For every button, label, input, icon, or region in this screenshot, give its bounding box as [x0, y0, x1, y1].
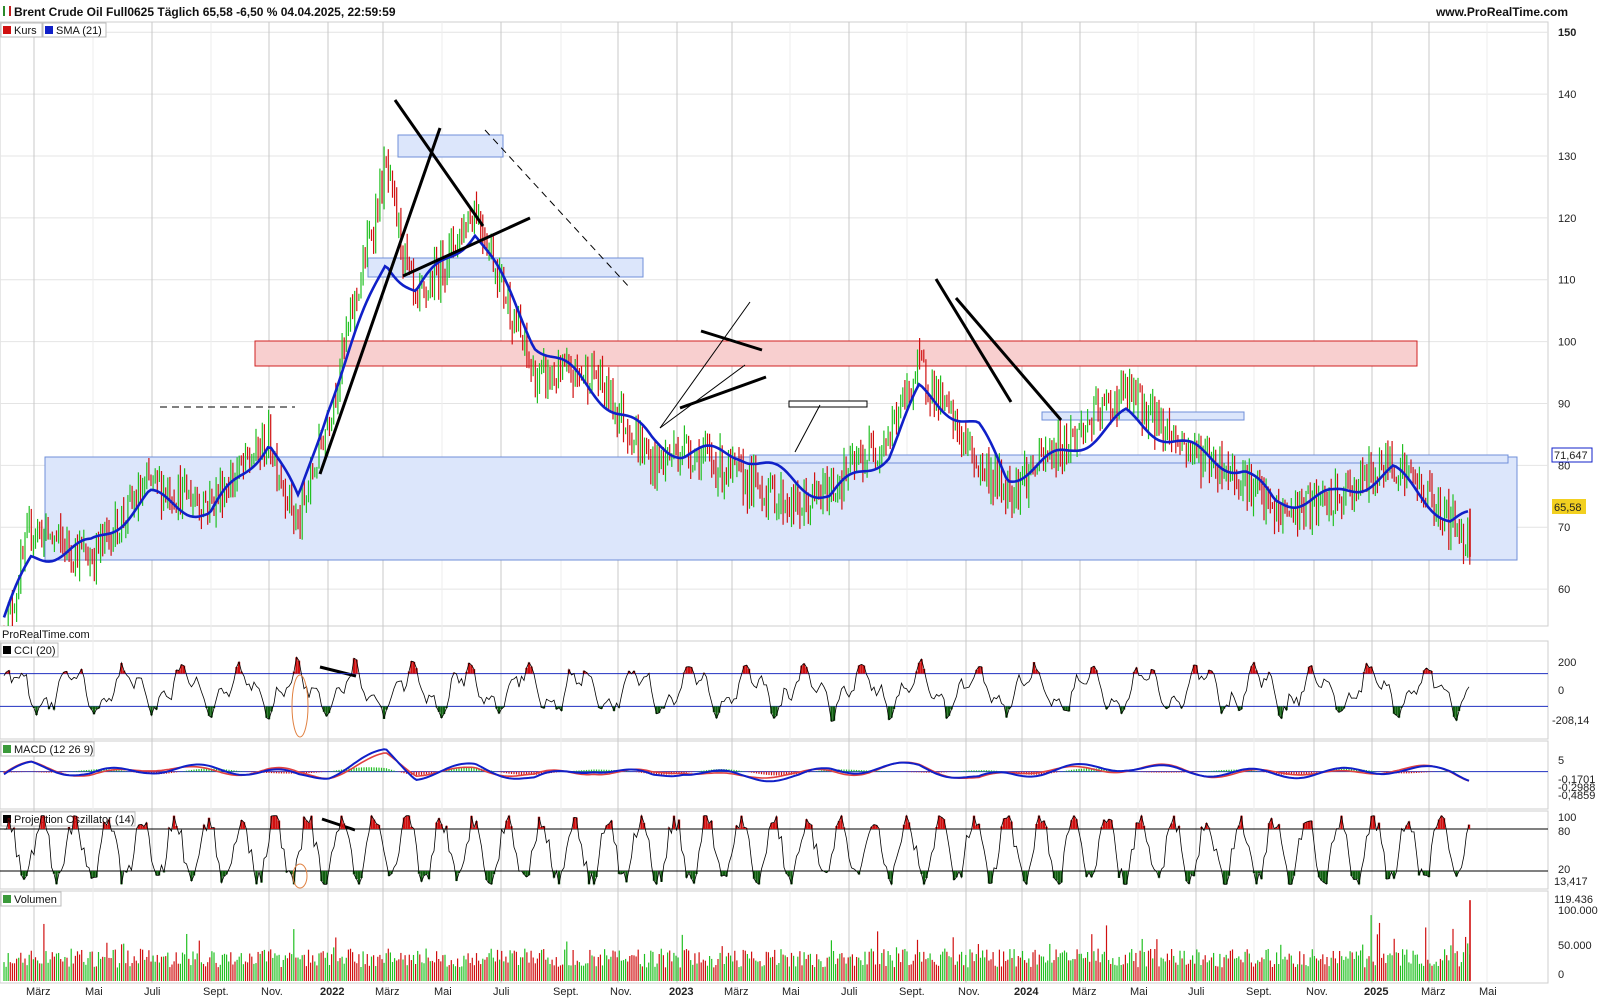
proj-tick: 100: [1558, 812, 1576, 824]
x-tick-label: Juli: [1188, 986, 1205, 998]
volume-last-label: 119.436: [1554, 894, 1593, 906]
price-last-label: 65,58: [1554, 502, 1582, 514]
x-tick-label: Mai: [782, 986, 800, 998]
x-tick-label: 2022: [320, 986, 344, 998]
x-tick-label: Sept.: [553, 986, 579, 998]
watermark: ProRealTime.com: [2, 629, 90, 641]
y-tick-label: 60: [1558, 584, 1570, 596]
volume-panel: [0, 890, 1549, 984]
legend-volume-swatch: [3, 895, 11, 903]
x-tick-label: Mai: [434, 986, 452, 998]
vol-tick: 50.000: [1558, 940, 1592, 952]
y-tick-label: 100: [1558, 337, 1576, 349]
cci-panel: [0, 640, 1549, 740]
x-tick-label: Mai: [85, 986, 103, 998]
x-tick-label: Sept.: [1246, 986, 1272, 998]
proj-tick: 20: [1558, 864, 1570, 876]
vol-tick: 0: [1558, 969, 1564, 981]
x-tick-label: Nov.: [610, 986, 632, 998]
x-tick-label: Juli: [841, 986, 858, 998]
cci-tick: 0: [1558, 685, 1564, 697]
y-tick-label: 150: [1558, 27, 1576, 39]
sma-last-label: 71,647: [1554, 450, 1588, 462]
macd-tick: 5: [1558, 755, 1564, 767]
x-tick-label: Sept.: [899, 986, 925, 998]
zone-rect: [1041, 411, 1245, 421]
legend-sma-label: SMA (21): [56, 25, 102, 37]
macd-line: [3, 748, 1470, 783]
x-tick-label: 2025: [1364, 986, 1388, 998]
macd-last-label-3: -0,4859: [1558, 790, 1595, 802]
x-tick-label: März: [1421, 986, 1445, 998]
channel-line: [794, 404, 821, 453]
zone-rect: [749, 454, 1509, 464]
y-tick-label: 120: [1558, 213, 1576, 225]
x-tick-label: Nov.: [261, 986, 283, 998]
legend-cci-label: CCI (20): [14, 645, 56, 657]
x-tick-label: Nov.: [958, 986, 980, 998]
x-tick-label: März: [1072, 986, 1096, 998]
x-tick-label: März: [26, 986, 50, 998]
y-tick-label: 70: [1558, 522, 1570, 534]
x-tick-label: Nov.: [1306, 986, 1328, 998]
vol-tick: 100.000: [1558, 905, 1598, 917]
y-tick-label: 110: [1558, 275, 1576, 287]
legend-kurs-label: Kurs: [14, 25, 37, 37]
x-tick-label: März: [724, 986, 748, 998]
x-tick-label: 2023: [669, 986, 693, 998]
zone-rect: [397, 134, 504, 158]
legend-kurs-swatch: [3, 26, 11, 34]
x-tick-label: Juli: [493, 986, 510, 998]
macd-signal: [3, 752, 1470, 782]
zone-rect: [788, 400, 868, 408]
trendline: [393, 99, 485, 227]
legend-cci-swatch: [3, 646, 11, 654]
cci-tick: 200: [1558, 657, 1576, 669]
trendline: [321, 817, 356, 832]
legend-macd-swatch: [3, 745, 11, 753]
proj-tick: 80: [1558, 826, 1570, 838]
cci-line: [3, 656, 1470, 722]
x-tick-label: 2024: [1014, 986, 1039, 998]
resistance-zone: [254, 340, 1418, 367]
x-tick-label: Sept.: [203, 986, 229, 998]
trendline: [319, 665, 357, 678]
x-tick-label: Mai: [1130, 986, 1148, 998]
chart-canvas[interactable]: ProRealTime.com Kurs SMA (21) CCI (20) MACD…: [0, 0, 1600, 1000]
projection-last-label: 13,417: [1554, 876, 1588, 888]
y-tick-label: 140: [1558, 89, 1576, 101]
legend-volume-label: Volumen: [14, 894, 57, 906]
cci-last-label: -208,14: [1552, 715, 1589, 727]
x-tick-label: März: [375, 986, 399, 998]
y-tick-label: 90: [1558, 398, 1570, 410]
y-tick-label: 130: [1558, 151, 1576, 163]
legend-macd-label: MACD (12 26 9): [14, 744, 93, 756]
x-tick-label: Juli: [144, 986, 161, 998]
legend-sma-swatch: [45, 26, 53, 34]
x-tick-label: Mai: [1479, 986, 1497, 998]
